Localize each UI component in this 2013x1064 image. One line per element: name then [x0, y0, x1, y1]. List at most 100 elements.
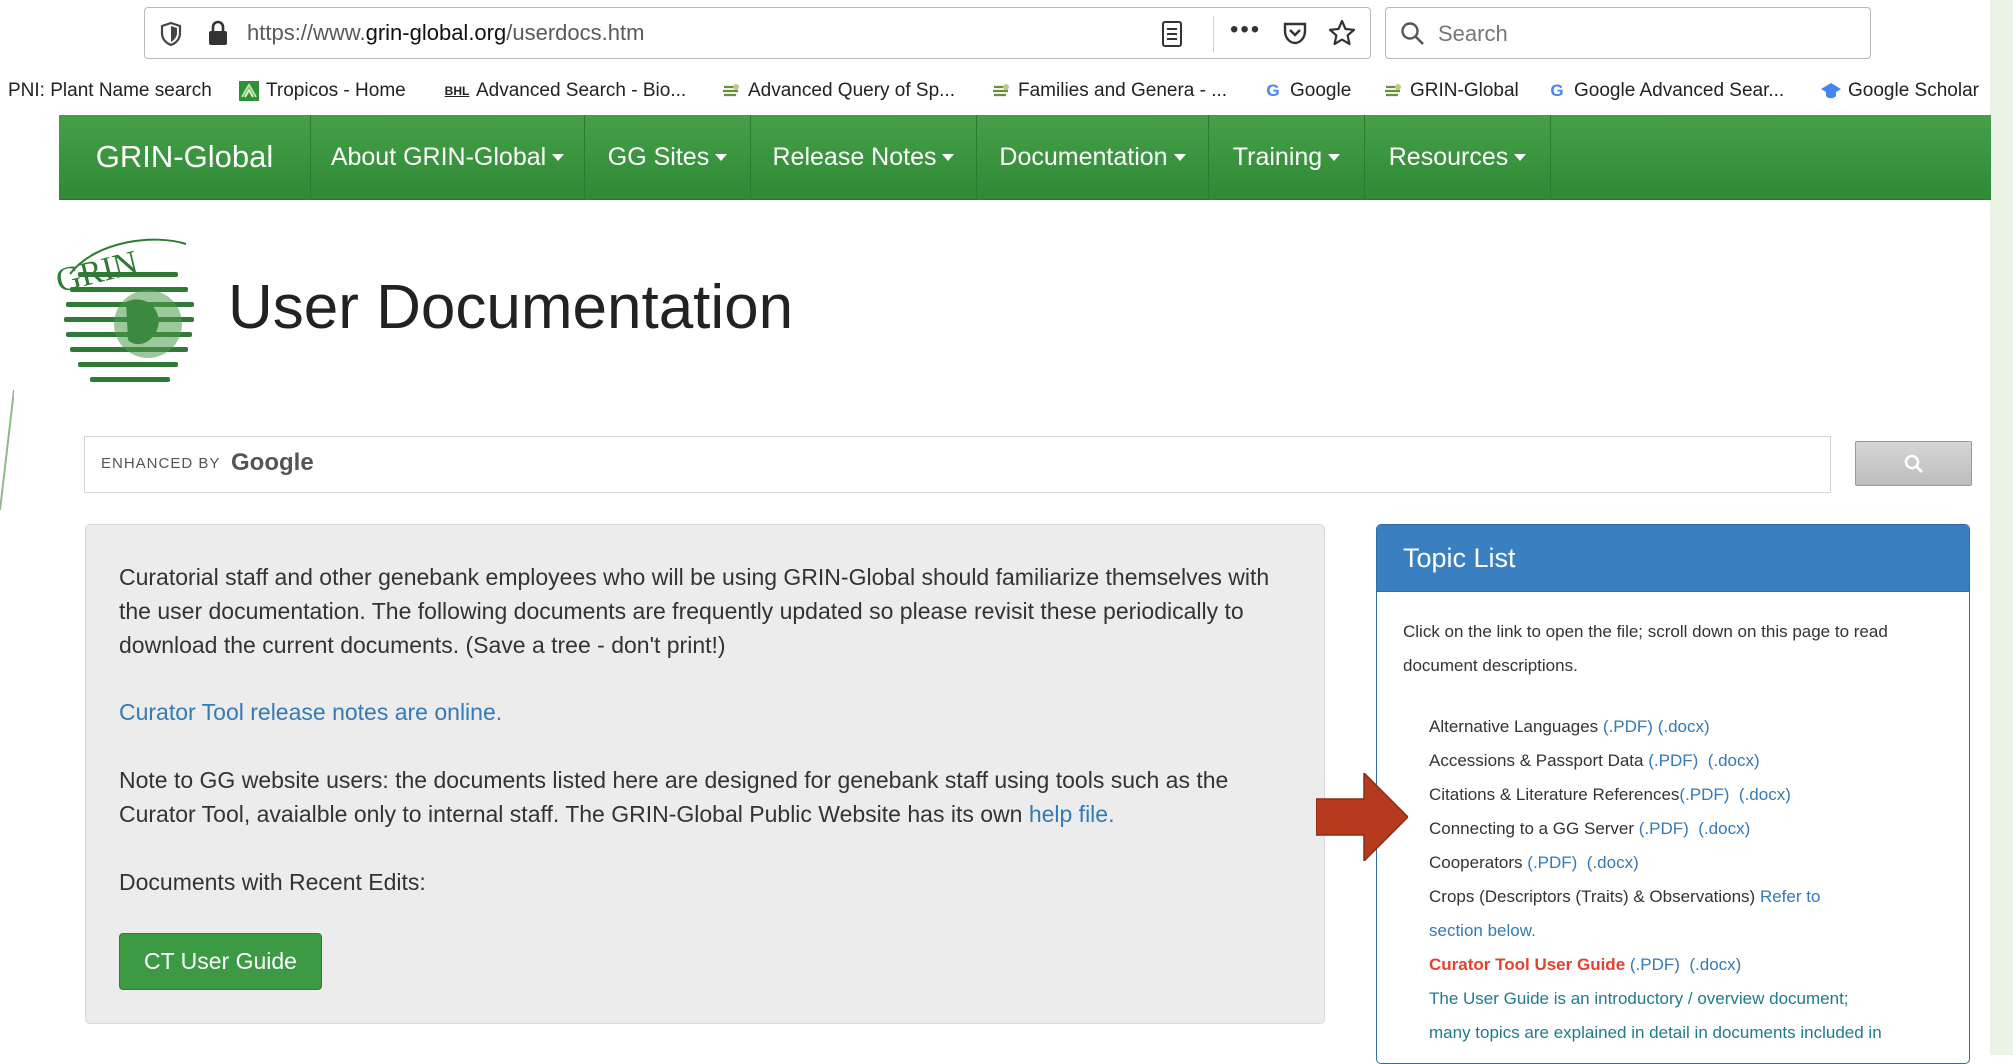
- intro-text: Curatorial staff and other genebank empl…: [119, 564, 1270, 658]
- search-icon: [1904, 454, 1924, 474]
- website-note: Note to GG website users: the documents …: [119, 763, 1289, 831]
- topic-alternative-languages: Alternative Languages (.PDF) (.docx): [1429, 717, 1710, 736]
- url-bar[interactable]: https://www.grin-global.org/userdocs.htm…: [144, 7, 1371, 59]
- topic-curator-tool-guide: Curator Tool User Guide (.PDF) (.docx): [1429, 955, 1741, 975]
- topic-guide-description-2: many topics are explained in detail in d…: [1429, 1023, 1882, 1042]
- slide-decoration-line: [0, 390, 14, 510]
- nav-brand[interactable]: GRIN-Global: [59, 115, 311, 199]
- bookmark-label: Google: [1290, 80, 1352, 101]
- nav-about[interactable]: About GRIN-Global: [311, 115, 585, 199]
- bookmark-label: Families and Genera - ...: [1018, 80, 1228, 101]
- bookmark-grin-global[interactable]: GRIN-Global: [1382, 80, 1519, 102]
- pdf-link[interactable]: (.PDF): [1648, 751, 1698, 770]
- topic-list-panel: Topic List Click on the link to open the…: [1376, 524, 1970, 1064]
- pdf-link[interactable]: (.PDF): [1603, 717, 1653, 736]
- bookmark-advanced-query[interactable]: Advanced Query of Sp...: [720, 80, 955, 102]
- pocket-icon[interactable]: [1282, 20, 1308, 46]
- bookmark-tropicos[interactable]: Tropicos - Home: [238, 80, 406, 102]
- google-icon: G: [1266, 81, 1280, 100]
- ct-user-guide-button[interactable]: CT User Guide: [119, 933, 322, 990]
- main-content-well: Curatorial staff and other genebank empl…: [85, 524, 1325, 1024]
- nav-gg-sites[interactable]: GG Sites: [585, 115, 751, 199]
- pdf-link[interactable]: (.PDF): [1630, 955, 1680, 974]
- topic-cooperators: Cooperators (.PDF) (.docx): [1429, 853, 1639, 872]
- bookmark-bhl[interactable]: BHL Advanced Search - Bio...: [444, 80, 687, 102]
- search-icon: [1401, 22, 1424, 45]
- pdf-link[interactable]: (.PDF): [1527, 853, 1577, 872]
- site-navbar: GRIN-Global About GRIN-Global GG Sites R…: [59, 115, 1991, 200]
- docx-link[interactable]: (.docx): [1739, 785, 1791, 804]
- browser-search-field[interactable]: Search: [1385, 7, 1871, 59]
- bookmark-label: Advanced Search - Bio...: [476, 80, 687, 101]
- nav-documentation[interactable]: Documentation: [977, 115, 1209, 199]
- caret-down-icon: [552, 153, 565, 161]
- bookmark-google-advanced[interactable]: G Google Advanced Sear...: [1546, 80, 1784, 102]
- caret-down-icon: [1514, 153, 1527, 161]
- bookmark-label: Advanced Query of Sp...: [748, 80, 956, 101]
- nav-label: About GRIN-Global: [330, 142, 547, 171]
- topic-crops-section-link[interactable]: section below.: [1429, 921, 1536, 941]
- grin-icon: [1382, 80, 1404, 102]
- bookmark-label: Google Advanced Sear...: [1574, 80, 1785, 101]
- slide-edge: [1990, 0, 2013, 1055]
- topic-accessions: Accessions & Passport Data (.PDF) (.docx…: [1429, 751, 1760, 770]
- bookmark-google-scholar[interactable]: Google Scholar: [1820, 80, 1979, 102]
- nav-label: GG Sites: [607, 142, 710, 171]
- scholar-icon: [1820, 80, 1842, 102]
- docx-link[interactable]: (.docx): [1708, 751, 1760, 770]
- lock-icon[interactable]: [207, 20, 229, 46]
- topic-connecting: Connecting to a GG Server (.PDF) (.docx): [1429, 819, 1751, 838]
- url-text[interactable]: https://www.grin-global.org/userdocs.htm: [247, 20, 644, 46]
- bookmark-families-genera[interactable]: Families and Genera - ...: [990, 80, 1227, 102]
- bookmark-star-icon[interactable]: [1328, 19, 1356, 47]
- nav-release-notes[interactable]: Release Notes: [751, 115, 977, 199]
- enhanced-by-label: ENHANCED BY: [101, 455, 221, 472]
- docx-link[interactable]: (.docx): [1587, 853, 1639, 872]
- bookmark-label: Google Scholar: [1848, 80, 1979, 101]
- site-search-input[interactable]: ENHANCED BY Google: [84, 436, 1831, 493]
- search-placeholder: Search: [1438, 21, 1508, 46]
- nav-training[interactable]: Training: [1209, 115, 1365, 199]
- nav-label: Resources: [1388, 142, 1509, 171]
- release-notes-link[interactable]: Curator Tool release notes are online.: [119, 695, 1299, 729]
- docx-link[interactable]: (.docx): [1689, 955, 1741, 974]
- google-icon: G: [1550, 81, 1564, 100]
- caret-down-icon: [715, 153, 728, 161]
- docx-link[interactable]: (.docx): [1698, 819, 1750, 838]
- grin-icon: [720, 80, 742, 102]
- nav-label: Training: [1232, 142, 1323, 171]
- nav-label: Release Notes: [772, 142, 937, 171]
- refer-link[interactable]: Refer to: [1760, 887, 1820, 906]
- red-arrow-annotation: [1316, 773, 1408, 861]
- curator-guide-link[interactable]: Curator Tool User Guide: [1429, 955, 1625, 974]
- reader-view-icon[interactable]: [1161, 20, 1183, 48]
- grin-global-logo: GRIN Global: [56, 238, 194, 382]
- nav-label: Documentation: [999, 142, 1168, 171]
- caret-down-icon: [942, 153, 955, 161]
- site-search-button[interactable]: [1855, 441, 1972, 486]
- bookmark-label: Tropicos - Home: [266, 80, 406, 101]
- pdf-link[interactable]: (.PDF): [1679, 785, 1729, 804]
- google-logo: Google: [231, 449, 314, 476]
- shield-icon[interactable]: [159, 21, 183, 47]
- bookmark-label: PNI: Plant Name search: [8, 80, 212, 101]
- topic-citations: Citations & Literature References(.PDF) …: [1429, 785, 1791, 804]
- nav-resources[interactable]: Resources: [1365, 115, 1551, 199]
- caret-down-icon: [1328, 153, 1341, 161]
- panel-intro: Click on the link to open the file; scro…: [1403, 622, 1888, 675]
- bookmark-label: GRIN-Global: [1410, 80, 1519, 101]
- url-separator: [1213, 16, 1214, 52]
- topic-crops: Crops (Descriptors (Traits) & Observatio…: [1429, 887, 1821, 906]
- grin-icon: [990, 80, 1012, 102]
- page-title: User Documentation: [228, 273, 794, 342]
- bookmark-pni[interactable]: PNI: Plant Name search: [8, 80, 212, 102]
- panel-title: Topic List: [1377, 525, 1969, 592]
- bookmark-google[interactable]: G Google: [1262, 80, 1351, 102]
- bookmarks-toolbar: PNI: Plant Name search Tropicos - Home B…: [0, 74, 2013, 110]
- pdf-link[interactable]: (.PDF): [1639, 819, 1689, 838]
- bhl-icon: BHL: [444, 84, 470, 98]
- help-file-link[interactable]: help file.: [1029, 801, 1115, 827]
- more-actions-icon[interactable]: •••: [1230, 16, 1261, 44]
- recent-edits-label: Documents with Recent Edits:: [119, 869, 426, 895]
- docx-link[interactable]: (.docx): [1658, 717, 1710, 736]
